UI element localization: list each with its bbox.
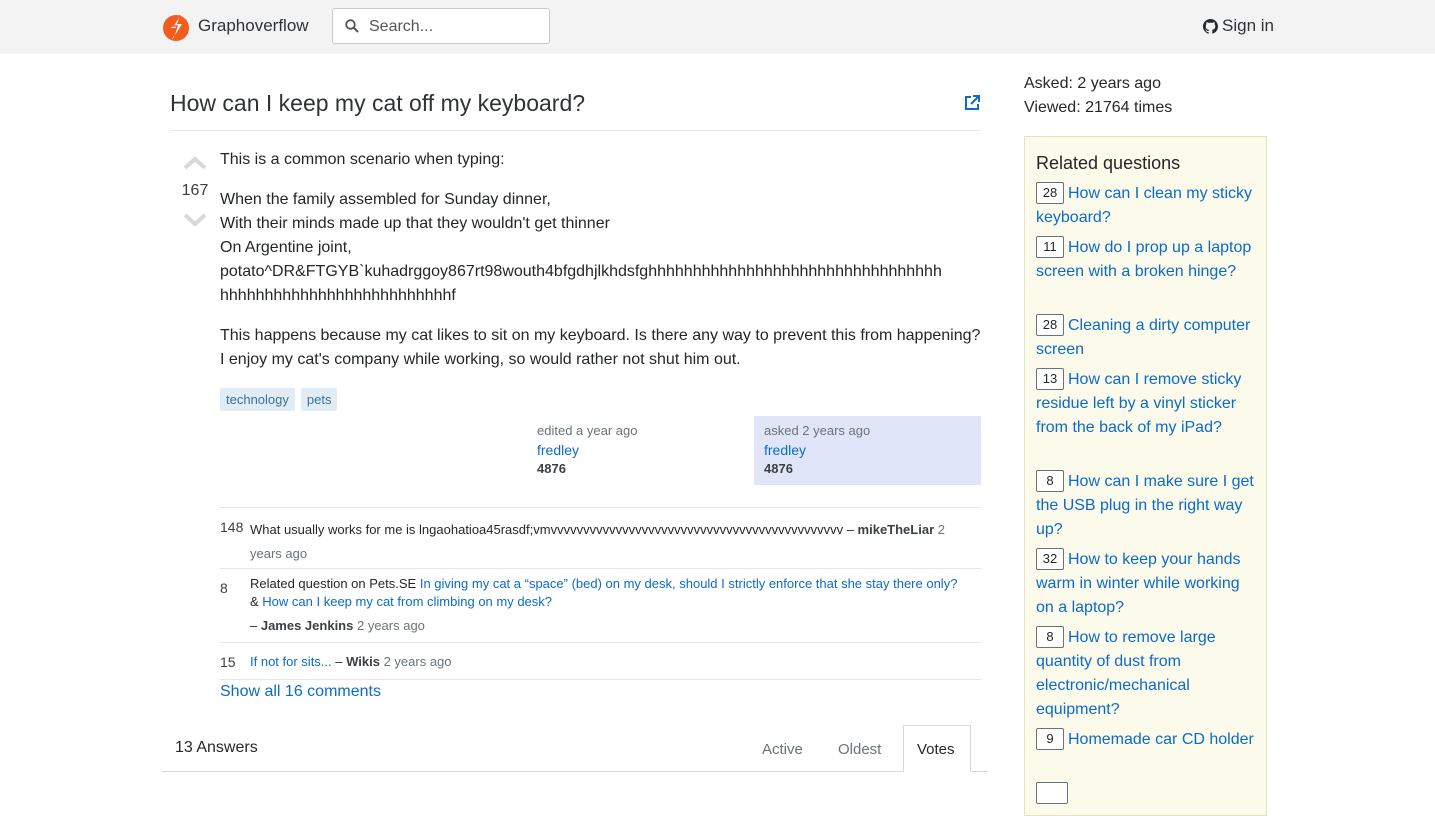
related-link[interactable]: How can I make sure I get the USB plug i… [1036, 473, 1254, 538]
comment-divider [220, 568, 981, 569]
github-icon [1203, 18, 1218, 34]
comment-body: What usually works for me is lngaohatioa… [250, 522, 945, 561]
comment-link[interactable]: In giving my cat a “space” (bed) on my d… [420, 576, 958, 591]
show-all-comments-link[interactable]: Show all 16 comments [220, 683, 381, 701]
comment-author[interactable]: mikeTheLiar [858, 522, 935, 537]
tag-pets[interactable]: pets [300, 388, 338, 411]
comment-date: 2 years ago [383, 654, 452, 669]
comment-link[interactable]: If not for sits... [250, 654, 332, 669]
related-questions-panel: Related questions 28 How can I clean my s… [1024, 136, 1267, 816]
tag-list: technology pets [220, 388, 338, 411]
related-question[interactable]: 8 How can I make sure I get the USB plug … [1036, 470, 1261, 542]
verse-line: potato^DR&FTGYB`kuhadrggoy867rt98wouth4b… [220, 263, 942, 280]
downvote-icon[interactable] [183, 213, 207, 227]
related-question[interactable]: 13 How can I remove sticky residue left b… [1036, 368, 1261, 440]
comment-score: 148 [220, 519, 244, 535]
upvote-icon[interactable] [183, 156, 207, 170]
asker-name[interactable]: fredley [764, 442, 981, 458]
comment-divider [220, 642, 981, 643]
related-score: 9 [1036, 728, 1064, 750]
tab-active[interactable]: Active [762, 741, 803, 758]
comment-author[interactable]: Wikis [346, 654, 380, 669]
edit-signature: edited a year ago fredley 4876 [537, 423, 637, 476]
verse-line: On Argentine joint, [220, 239, 352, 256]
viewed-meta: Viewed: 21764 times [1024, 99, 1173, 116]
related-question[interactable]: 32 How to keep your hands warm in winter … [1036, 548, 1261, 620]
related-score-partial [1036, 782, 1068, 804]
asker-reputation: 4876 [764, 461, 793, 476]
related-score: 8 [1036, 626, 1064, 648]
related-score: 28 [1036, 314, 1064, 336]
search-box[interactable] [332, 8, 550, 44]
question-verse: When the family assembled for Sunday din… [220, 188, 982, 308]
search-input[interactable] [367, 15, 541, 39]
related-score: 32 [1036, 548, 1064, 570]
comment-joiner: & [250, 594, 263, 609]
answers-count: 13 Answers [175, 739, 258, 756]
search-icon [345, 19, 359, 33]
comment-date: 2 [937, 522, 945, 537]
edit-time[interactable]: edited a year ago [537, 423, 637, 438]
editor-name[interactable]: fredley [537, 442, 637, 458]
related-score: 28 [1036, 182, 1064, 204]
comment-link[interactable]: How can I keep my cat from climbing on m… [262, 594, 552, 609]
answers-divider [162, 771, 988, 772]
asked-meta: Asked: 2 years ago [1024, 75, 1161, 92]
comment-date-continued: years ago [250, 546, 308, 561]
comment-score: 8 [220, 580, 228, 596]
comment: 8 Related question on Pets.SE In giving … [220, 575, 981, 635]
tab-votes[interactable]: Votes [903, 725, 971, 772]
title-divider [170, 130, 980, 131]
question-title[interactable]: How can I keep my cat off my keyboard? [170, 90, 585, 117]
related-question-partial[interactable] [1036, 782, 1261, 813]
asked-time: asked 2 years ago [764, 423, 871, 438]
comment-body: Related question on Pets.SE In giving my… [250, 576, 958, 633]
related-link[interactable]: Homemade car CD holder [1068, 731, 1254, 748]
related-score: 11 [1036, 236, 1064, 258]
related-score: 13 [1036, 368, 1064, 390]
comment-divider [220, 679, 981, 680]
sign-in-label: Sign in [1222, 16, 1274, 35]
related-link[interactable]: How can I remove sticky residue left by … [1036, 371, 1241, 436]
related-question[interactable]: 9 Homemade car CD holder [1036, 728, 1261, 752]
graphoverflow-logo-icon[interactable] [162, 11, 190, 42]
related-question[interactable]: 28 How can I clean my sticky keyboard? [1036, 182, 1261, 230]
top-bar: Graphoverflow Sign in [0, 0, 1435, 54]
comment-author[interactable]: James Jenkins [261, 618, 354, 633]
related-questions-title: Related questions [1036, 153, 1181, 173]
comment: 15 If not for sits... – Wikis 2 years ag… [220, 653, 981, 673]
related-link[interactable]: How can I clean my sticky keyboard? [1036, 185, 1252, 226]
asker-signature: asked 2 years ago fredley 4876 [754, 416, 981, 485]
question-intro: This is a common scenario when typing: [220, 151, 505, 168]
related-link[interactable]: How do I prop up a laptop screen with a … [1036, 239, 1251, 280]
comment-body: If not for sits... – Wikis 2 years ago [250, 654, 452, 669]
comment-date: 2 years ago [356, 618, 425, 633]
related-question[interactable]: 11 How do I prop up a laptop screen with … [1036, 236, 1261, 284]
editor-reputation: 4876 [537, 461, 566, 476]
tag-technology[interactable]: technology [220, 388, 295, 411]
related-question[interactable]: 28 Cleaning a dirty computer screen [1036, 314, 1261, 362]
question-paragraph: This happens because my cat likes to sit… [220, 327, 981, 368]
related-question[interactable]: 8 How to remove large quantity of dust fr… [1036, 626, 1261, 722]
tab-oldest[interactable]: Oldest [838, 741, 881, 758]
comments-divider [220, 507, 981, 508]
comment-text: What usually works for me is lngaohatioa… [250, 522, 844, 537]
related-link[interactable]: Cleaning a dirty computer screen [1036, 317, 1250, 358]
verse-line: hhhhhhhhhhhhhhhhhhhhhhhhhhf [220, 287, 456, 304]
brand-name[interactable]: Graphoverflow [198, 16, 309, 36]
vote-count: 167 [181, 182, 209, 199]
sign-in-button[interactable]: Sign in [1203, 16, 1274, 36]
verse-line: When the family assembled for Sunday din… [220, 191, 551, 208]
comment: 148 What usually works for me is lngaoha… [220, 518, 981, 562]
verse-line: With their minds made up that they would… [220, 215, 610, 232]
comment-score: 15 [220, 654, 236, 670]
external-link-icon[interactable] [963, 94, 981, 112]
tab-votes-label: Votes [917, 741, 955, 758]
question-body: This is a common scenario when typing: W… [220, 148, 982, 372]
related-link[interactable]: How to keep your hands warm in winter wh… [1036, 551, 1241, 616]
comment-text: Related question on Pets.SE [250, 576, 420, 591]
related-score: 8 [1036, 470, 1064, 492]
